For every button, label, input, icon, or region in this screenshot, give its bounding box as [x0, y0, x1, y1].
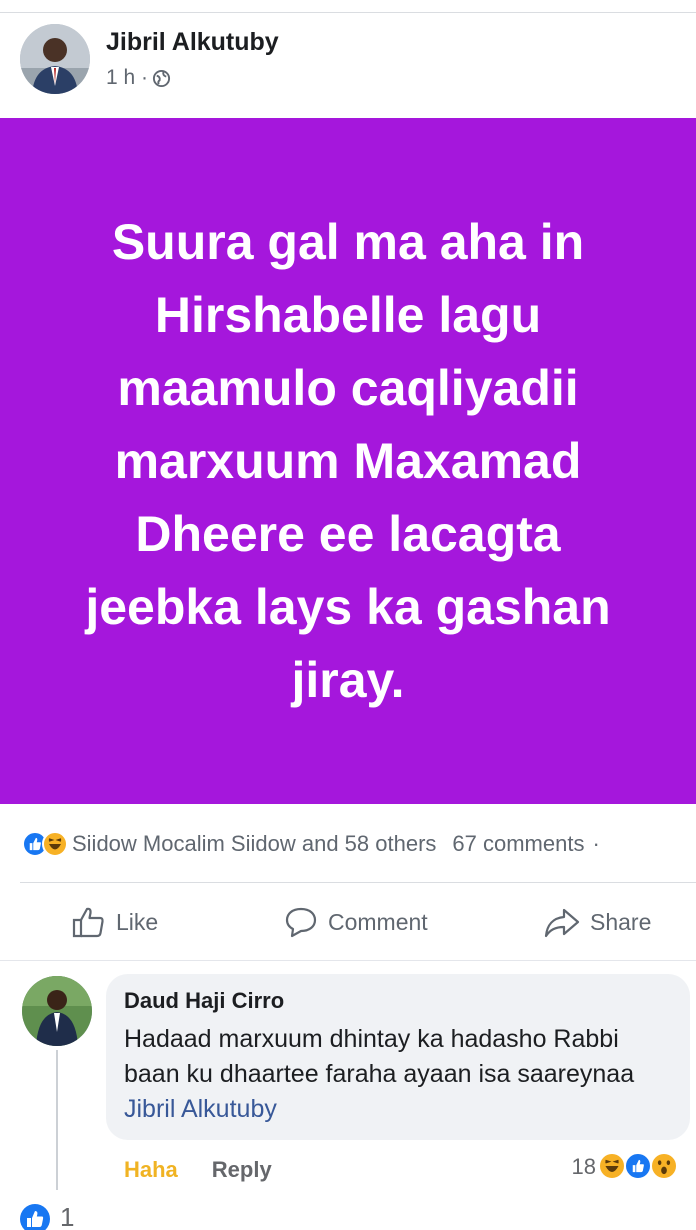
like-label: Like	[116, 908, 159, 935]
post-author-name[interactable]: Jibril Alkutuby	[106, 28, 279, 57]
comment-actions: Haha Reply 18	[124, 1150, 684, 1190]
share-arrow-icon	[544, 906, 580, 938]
reaction-icons	[22, 829, 82, 859]
actions-divider	[20, 882, 696, 883]
reactions-summary-text[interactable]: Siidow Mocalim Siidow and 58 others	[72, 831, 436, 857]
comment-bubble: Daud Haji Cirro Hadaad marxuum dhintay k…	[106, 974, 690, 1140]
comment-haha-button[interactable]: Haha	[124, 1157, 178, 1183]
comment-button[interactable]: Comment	[284, 892, 428, 952]
thread-line	[56, 1050, 58, 1190]
post-time[interactable]: 1 h ·	[106, 66, 148, 90]
author-avatar[interactable]	[20, 24, 90, 94]
banner-text: Suura gal ma aha in Hirshabelle lagu maa…	[85, 213, 611, 708]
comment-mention[interactable]: Jibril Alkutuby	[124, 1095, 277, 1123]
post-header: Jibril Alkutuby 1 h ·	[0, 18, 696, 108]
comment-reply-button[interactable]: Reply	[212, 1157, 272, 1183]
thumbs-up-icon	[72, 906, 106, 938]
comment-label: Comment	[328, 908, 428, 935]
wow-icon	[650, 1152, 678, 1180]
separator-dot: ·	[592, 831, 600, 856]
comment-reaction-icons[interactable]	[598, 1152, 684, 1182]
comment-reaction-count[interactable]: 18	[572, 1154, 596, 1180]
post-meta: 1 h ·	[106, 66, 171, 90]
like-button[interactable]: Like	[72, 892, 158, 952]
comments-divider	[0, 960, 696, 961]
comment-bubble-icon	[284, 906, 318, 938]
top-divider	[0, 12, 696, 13]
globe-icon	[152, 69, 171, 88]
haha-icon	[42, 831, 68, 857]
post-actions: Like Comment Share	[0, 892, 696, 952]
haha-icon	[598, 1152, 626, 1180]
footer-like-icon	[20, 1204, 50, 1230]
comment-text: Hadaad marxuum dhintay ka hadasho Rabbi …	[124, 1022, 672, 1127]
post-text-banner: Suura gal ma aha in Hirshabelle lagu maa…	[0, 118, 696, 804]
comment-body: Hadaad marxuum dhintay ka hadasho Rabbi …	[124, 1025, 635, 1088]
commenter-avatar[interactable]	[22, 976, 92, 1046]
reactions-summary[interactable]: Siidow Mocalim Siidow and 58 others 67 c…	[0, 824, 696, 864]
comments-count[interactable]: 67 comments	[452, 831, 584, 857]
like-icon	[624, 1152, 652, 1180]
share-button[interactable]: Share	[544, 892, 651, 952]
share-label: Share	[590, 908, 652, 935]
footer-like-count: 1	[60, 1202, 75, 1230]
commenter-name[interactable]: Daud Haji Cirro	[124, 988, 672, 1014]
